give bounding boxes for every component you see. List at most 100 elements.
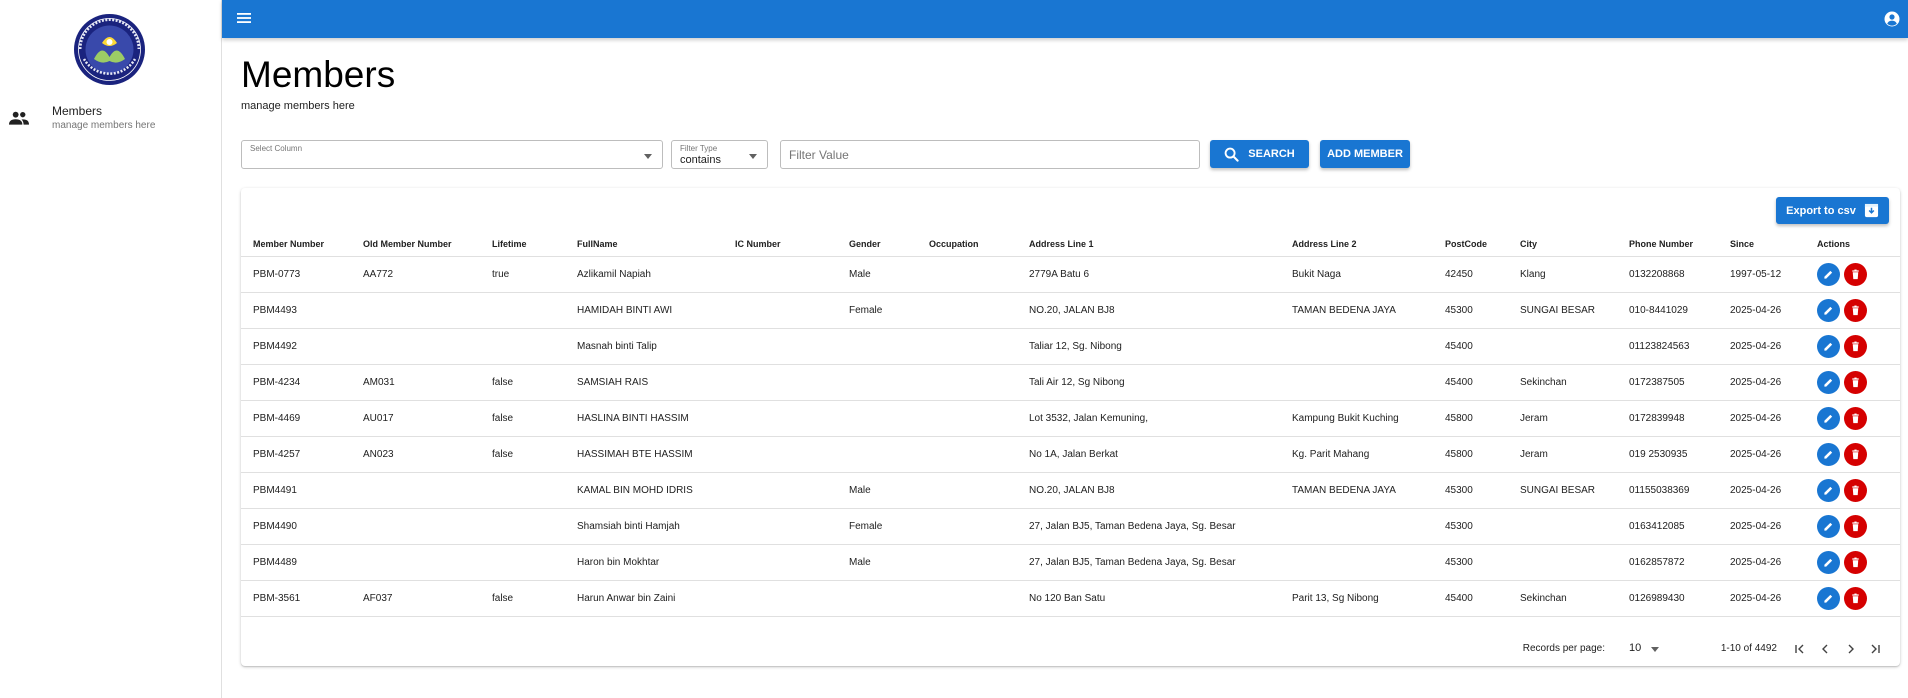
fullname-cell: SAMSIAH RAIS — [565, 364, 723, 401]
column-header[interactable]: Member Number — [241, 233, 351, 257]
delete-button[interactable] — [1844, 334, 1867, 358]
account-circle-icon[interactable] — [1884, 11, 1900, 27]
member-number-cell: PBM-4257 — [241, 436, 351, 473]
edit-button[interactable] — [1817, 478, 1840, 502]
column-header[interactable]: Old Member Number — [351, 233, 480, 257]
pencil-icon — [1824, 450, 1833, 459]
city-cell: SUNGAI BESAR — [1508, 472, 1617, 509]
address-line-1-cell: Lot 3532, Jalan Kemuning, — [1017, 400, 1280, 437]
address-line-1-cell: 27, Jalan BJ5, Taman Bedena Jaya, Sg. Be… — [1017, 544, 1280, 581]
column-header[interactable]: Phone Number — [1617, 233, 1718, 257]
address-line-2-cell — [1280, 508, 1433, 545]
trash-icon — [1852, 305, 1859, 315]
address-line-2-cell — [1280, 328, 1433, 365]
old-member-number-cell: AF037 — [351, 580, 480, 617]
filter-value-input[interactable] — [781, 141, 1199, 168]
export-csv-button[interactable]: Export to csv — [1776, 197, 1889, 224]
old-member-number-cell: AM031 — [351, 364, 480, 401]
delete-button[interactable] — [1844, 262, 1867, 286]
pagination-range: 1-10 of 4492 — [1720, 643, 1777, 654]
since-cell: 2025-04-26 — [1718, 328, 1805, 365]
app-bar — [222, 0, 1908, 38]
since-cell: 2025-04-26 — [1718, 292, 1805, 329]
member-number-cell: PBM-3561 — [241, 580, 351, 617]
edit-button[interactable] — [1817, 262, 1840, 286]
trash-icon — [1852, 485, 1859, 495]
edit-button[interactable] — [1817, 298, 1840, 322]
edit-button[interactable] — [1817, 334, 1840, 358]
column-header[interactable]: PostCode — [1433, 233, 1508, 257]
filter-type-dropdown[interactable]: Filter Type contains — [671, 140, 768, 169]
old-member-number-cell: AN023 — [351, 436, 480, 473]
delete-button[interactable] — [1844, 406, 1867, 430]
fullname-cell: Masnah binti Talip — [565, 328, 723, 365]
column-header[interactable]: Occupation — [917, 233, 1017, 257]
edit-button[interactable] — [1817, 550, 1840, 574]
column-header[interactable]: IC Number — [723, 233, 837, 257]
postcode-cell: 45300 — [1433, 508, 1508, 545]
actions-cell — [1805, 400, 1900, 437]
sidebar-item-members[interactable]: Members manage members here — [0, 100, 221, 136]
add-member-button[interactable]: ADD MEMBER — [1320, 140, 1410, 168]
lifetime-cell — [480, 472, 565, 509]
table-body: PBM-0773 AA772 true Azlikamil Napiah Male 277… — [241, 256, 1900, 617]
member-number-cell: PBM4489 — [241, 544, 351, 581]
column-header[interactable]: FullName — [565, 233, 723, 257]
actions-cell — [1805, 544, 1900, 581]
trash-icon — [1852, 521, 1859, 531]
table-row: PBM4489 Haron bin Mokhtar Male 27, Jalan BJ… — [241, 544, 1900, 581]
city-cell: Sekinchan — [1508, 364, 1617, 401]
delete-button[interactable] — [1844, 478, 1867, 502]
rows-per-page-select[interactable]: 10 — [1620, 640, 1668, 658]
phone-number-cell: 0126989430 — [1617, 580, 1718, 617]
delete-button[interactable] — [1844, 550, 1867, 574]
edit-button[interactable] — [1817, 514, 1840, 538]
download-box-icon — [1864, 203, 1878, 218]
ic-number-cell — [723, 436, 837, 473]
pencil-icon — [1824, 522, 1833, 531]
column-header[interactable]: Gender — [837, 233, 917, 257]
last-page-button[interactable] — [1864, 638, 1886, 660]
address-line-2-cell: Parit 13, Sg Nibong — [1280, 580, 1433, 617]
delete-button[interactable] — [1844, 514, 1867, 538]
actions-cell — [1805, 256, 1900, 293]
table-row: PBM-0773 AA772 true Azlikamil Napiah Male 277… — [241, 256, 1900, 293]
address-line-1-cell: NO.20, JALAN BJ8 — [1017, 292, 1280, 329]
column-header[interactable]: Address Line 1 — [1017, 233, 1280, 257]
column-header[interactable]: Address Line 2 — [1280, 233, 1433, 257]
ic-number-cell — [723, 508, 837, 545]
delete-button[interactable] — [1844, 586, 1867, 610]
column-header[interactable]: City — [1508, 233, 1617, 257]
next-page-button[interactable] — [1840, 638, 1862, 660]
edit-button[interactable] — [1817, 442, 1840, 466]
delete-button[interactable] — [1844, 298, 1867, 322]
fullname-cell: HASSIMAH BTE HASSIM — [565, 436, 723, 473]
lifetime-cell — [480, 292, 565, 329]
lifetime-cell: false — [480, 400, 565, 437]
member-number-cell: PBM4493 — [241, 292, 351, 329]
first-page-button[interactable] — [1789, 638, 1811, 660]
prev-page-button[interactable] — [1814, 638, 1836, 660]
postcode-cell: 45400 — [1433, 364, 1508, 401]
search-button[interactable]: SEARCH — [1210, 140, 1309, 168]
postcode-cell: 45800 — [1433, 436, 1508, 473]
table-row: PBM4491 KAMAL BIN MOHD IDRIS Male NO.20, JA… — [241, 472, 1900, 509]
since-cell: 2025-04-26 — [1718, 436, 1805, 473]
page-title: Members — [241, 54, 396, 95]
phone-number-cell: 01123824563 — [1617, 328, 1718, 365]
actions-cell — [1805, 436, 1900, 473]
filter-type-label: Filter Type — [680, 144, 718, 153]
edit-button[interactable] — [1817, 586, 1840, 610]
edit-button[interactable] — [1817, 370, 1840, 394]
delete-button[interactable] — [1844, 370, 1867, 394]
postcode-cell: 45300 — [1433, 292, 1508, 329]
column-header[interactable]: Lifetime — [480, 233, 565, 257]
occupation-cell — [917, 292, 1017, 329]
column-header[interactable]: Since — [1718, 233, 1805, 257]
delete-button[interactable] — [1844, 442, 1867, 466]
select-column-dropdown[interactable]: Select Column — [241, 140, 663, 169]
edit-button[interactable] — [1817, 406, 1840, 430]
table-row: PBM-4234 AM031 false SAMSIAH RAIS Tali Air 1… — [241, 364, 1900, 401]
city-cell: Klang — [1508, 256, 1617, 293]
hamburger-menu-icon[interactable] — [236, 11, 252, 25]
